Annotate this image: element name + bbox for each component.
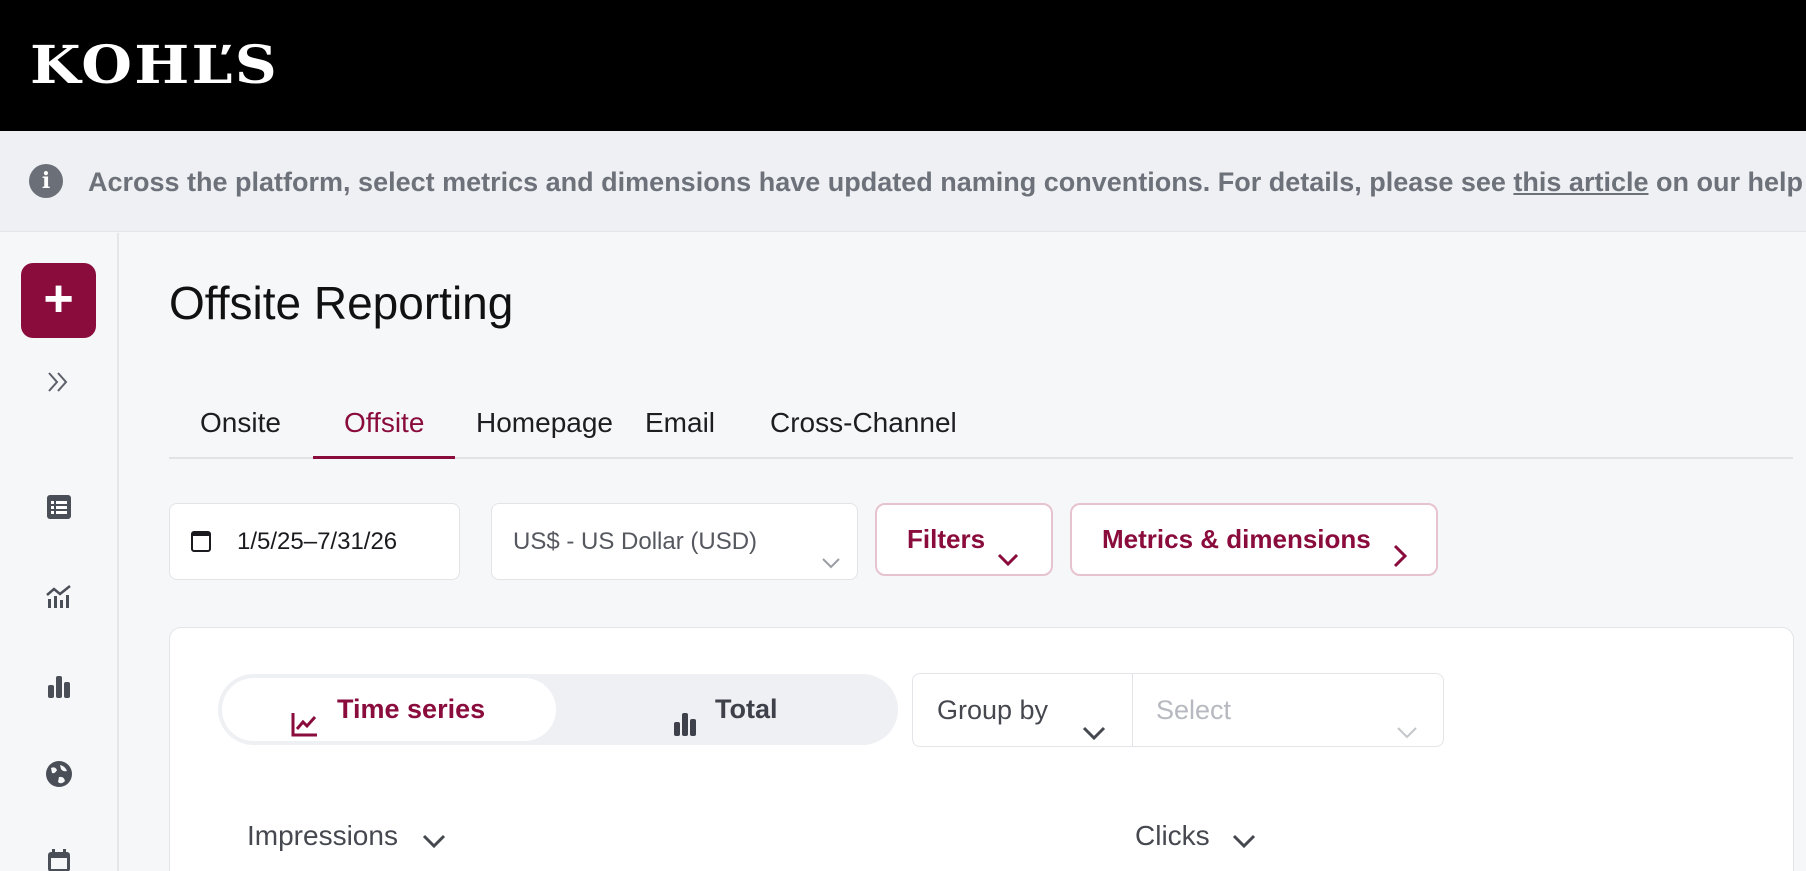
tab-onsite[interactable]: Onsite (169, 393, 312, 459)
main-content: Offsite Reporting Onsite Offsite Homepag… (121, 233, 1806, 871)
impressions-metric-select[interactable]: Impressions (247, 819, 446, 853)
bar-chart-icon (673, 697, 699, 760)
notice-banner: i Across the platform, select metrics an… (0, 131, 1806, 232)
metrics-dimensions-label: Metrics & dimensions (1102, 524, 1371, 554)
currency-value: US$ - US Dollar (USD) (513, 528, 758, 555)
info-icon: i (29, 164, 63, 198)
banner-text-after: on our help center. (1655, 167, 1806, 197)
analytics-icon[interactable] (43, 580, 75, 612)
report-tabs: Onsite Offsite Homepage Email Cross-Chan… (169, 393, 1793, 459)
date-range-picker[interactable]: 1/5/25–7/31/26 (169, 503, 460, 580)
clicks-metric-select[interactable]: Clicks (1135, 819, 1256, 853)
chevron-down-icon (421, 827, 447, 861)
globe-icon[interactable] (43, 758, 75, 790)
chevron-down-icon (819, 530, 843, 605)
chevron-down-icon (995, 529, 1021, 598)
filters-label: Filters (907, 524, 986, 554)
clicks-label: Clicks (1135, 820, 1210, 851)
total-label: Total (715, 694, 778, 724)
page-title: Offsite Reporting (169, 277, 514, 329)
time-series-label: Time series (337, 694, 486, 724)
report-card: Time series Total Group by Select Impres… (169, 627, 1794, 871)
group-by-label: Group by (937, 695, 1049, 725)
tab-cross-channel[interactable]: Cross-Channel (739, 393, 988, 459)
line-chart-icon (291, 697, 319, 760)
list-icon[interactable] (43, 491, 75, 523)
top-header: KOHĽS (0, 0, 1806, 131)
group-by-select[interactable]: Group by (912, 673, 1133, 747)
currency-select[interactable]: US$ - US Dollar (USD) (491, 503, 858, 580)
select-placeholder: Select (1156, 695, 1232, 725)
calendar-icon[interactable] (43, 845, 75, 871)
metrics-dimensions-button[interactable]: Metrics & dimensions (1070, 503, 1438, 576)
kohls-logo[interactable]: KOHĽS (30, 36, 279, 96)
group-by-value-select[interactable]: Select (1132, 673, 1444, 747)
banner-text-before: Across the platform, select metrics and … (88, 167, 1514, 197)
tab-offsite[interactable]: Offsite (313, 393, 456, 459)
chevron-down-icon (1081, 700, 1107, 772)
help-article-link[interactable]: this article (1513, 167, 1648, 197)
chevron-down-icon (1231, 827, 1257, 861)
date-range-value: 1/5/25–7/31/26 (237, 528, 398, 555)
chevron-right-icon (1388, 527, 1412, 596)
sidebar: + (0, 233, 119, 871)
total-option[interactable]: Total (556, 678, 894, 741)
bar-chart-icon[interactable] (43, 670, 75, 702)
create-button[interactable]: + (21, 263, 96, 338)
banner-text: Across the platform, select metrics and … (88, 166, 1806, 198)
double-chevron-right-icon[interactable] (43, 366, 75, 398)
view-toggle: Time series Total (218, 674, 898, 745)
filters-button[interactable]: Filters (875, 503, 1053, 576)
calendar-icon (191, 531, 211, 552)
time-series-option[interactable]: Time series (222, 678, 556, 741)
impressions-label: Impressions (247, 820, 398, 851)
chevron-down-icon (1395, 700, 1419, 772)
tab-email[interactable]: Email (614, 393, 746, 459)
